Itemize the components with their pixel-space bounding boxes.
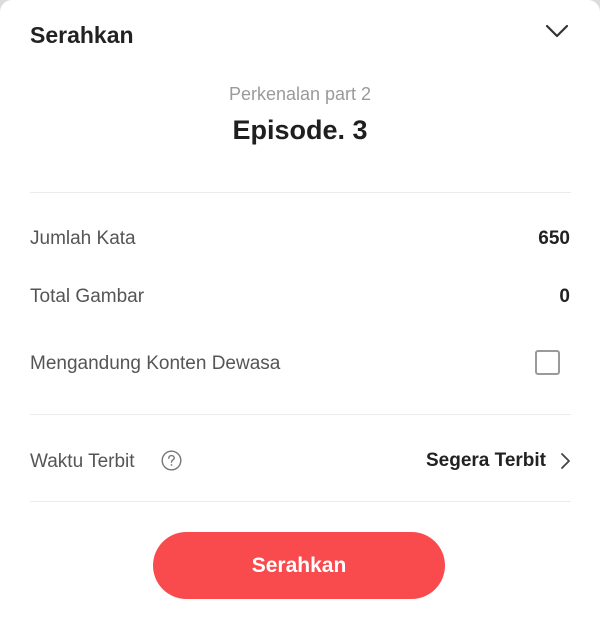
- divider: [30, 501, 571, 502]
- mature-content-label: Mengandung Konten Dewasa: [30, 353, 281, 374]
- chevron-right-icon: [561, 453, 570, 469]
- chevron-down-icon: [545, 24, 569, 38]
- submit-bottom-sheet: Serahkan Perkenalan part 2 Episode. 3 Ju…: [0, 0, 600, 629]
- divider: [30, 192, 571, 193]
- word-count-label: Jumlah Kata: [30, 228, 136, 249]
- sheet-title: Serahkan: [30, 22, 134, 48]
- image-count-label: Total Gambar: [30, 286, 145, 307]
- publish-time-label: Waktu Terbit: [30, 451, 135, 472]
- publish-time-selector[interactable]: Segera Terbit: [426, 446, 572, 476]
- submit-button[interactable]: Serahkan: [153, 532, 445, 599]
- divider: [30, 414, 571, 415]
- word-count-value: 650: [538, 228, 570, 249]
- mature-content-checkbox[interactable]: [535, 350, 560, 375]
- question-circle-icon[interactable]: [161, 450, 182, 471]
- episode-title: Episode. 3: [232, 115, 368, 145]
- image-count-value: 0: [559, 286, 570, 307]
- episode-subtitle: Perkenalan part 2: [228, 84, 372, 104]
- publish-time-value: Segera Terbit: [425, 450, 546, 471]
- collapse-button[interactable]: [540, 18, 574, 44]
